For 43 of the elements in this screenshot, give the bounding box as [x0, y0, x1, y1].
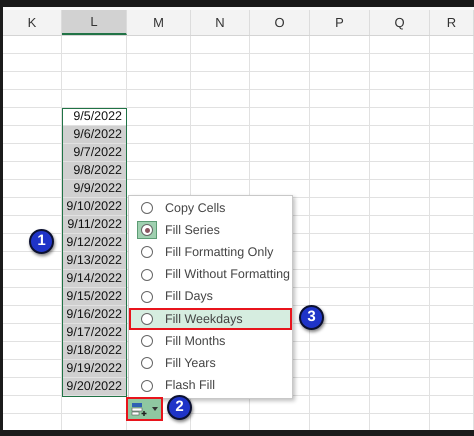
- radio-button[interactable]: [141, 290, 153, 303]
- column-header[interactable]: Q: [370, 10, 430, 35]
- date-cell: 9/16/2022: [62, 306, 127, 324]
- date-cell: 9/18/2022: [62, 342, 127, 360]
- caret-icon: [152, 407, 158, 411]
- radio-button[interactable]: [141, 357, 153, 370]
- radio-button[interactable]: [141, 335, 153, 348]
- date-cell: 9/12/2022: [62, 234, 127, 252]
- auto-fill-options-button[interactable]: [126, 397, 163, 421]
- column-header[interactable]: R: [430, 10, 474, 35]
- radio-button[interactable]: [141, 313, 153, 326]
- radio-button[interactable]: [141, 246, 153, 258]
- date-cell: 9/10/2022: [62, 198, 127, 216]
- fill-options-icon: [131, 402, 149, 416]
- menu-item[interactable]: Fill Series: [129, 219, 292, 242]
- menu-item[interactable]: Copy Cells: [129, 197, 292, 220]
- date-cell: 9/8/2022: [62, 162, 127, 180]
- radio-button[interactable]: [140, 268, 153, 281]
- date-cell: 9/7/2022: [62, 144, 127, 162]
- column-header[interactable]: O: [250, 10, 310, 35]
- radio-button[interactable]: [141, 202, 153, 214]
- date-cell: 9/11/2022: [62, 216, 127, 234]
- column-header[interactable]: L: [62, 10, 127, 35]
- date-cell: 9/6/2022: [62, 126, 127, 144]
- menu-item[interactable]: Flash Fill: [129, 374, 292, 397]
- radio-button[interactable]: [141, 224, 153, 236]
- column-header[interactable]: P: [310, 10, 370, 35]
- date-cell: 9/19/2022: [62, 360, 127, 378]
- radio-button[interactable]: [141, 380, 153, 392]
- date-cell: 9/13/2022: [62, 252, 127, 270]
- date-cell: 9/15/2022: [62, 288, 127, 306]
- column-header[interactable]: N: [191, 10, 250, 35]
- menu-item[interactable]: Fill Months: [129, 330, 292, 352]
- date-cell: 9/20/2022: [62, 378, 127, 396]
- menu-item[interactable]: Fill Days: [129, 286, 292, 308]
- date-cell: 9/9/2022: [62, 180, 127, 198]
- menu-item[interactable]: Fill Formatting Only: [129, 241, 292, 264]
- date-cell: 9/14/2022: [62, 270, 127, 288]
- column-header[interactable]: M: [127, 10, 191, 35]
- menu-item[interactable]: Fill Without Formatting: [129, 264, 292, 286]
- menu-item[interactable]: Fill Years: [129, 352, 292, 374]
- menu-item[interactable]: Fill Weekdays: [129, 308, 292, 330]
- date-cell: 9/17/2022: [62, 324, 127, 342]
